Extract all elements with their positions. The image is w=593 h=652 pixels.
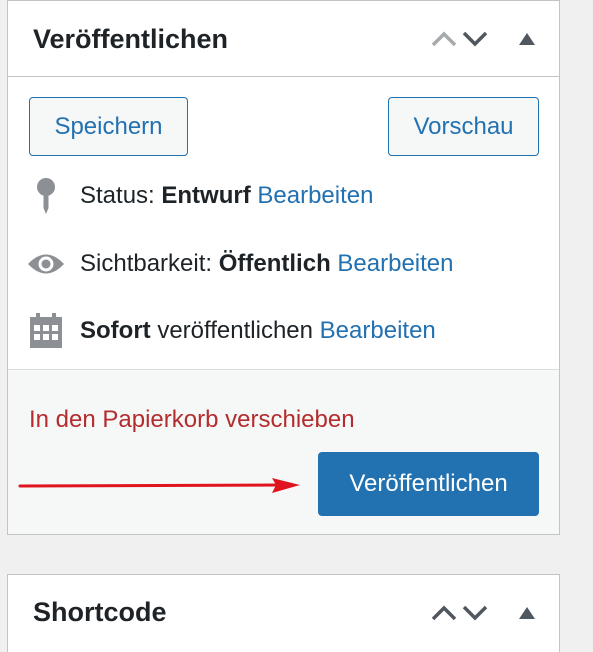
move-down-icon[interactable] xyxy=(459,23,491,55)
move-down-icon[interactable] xyxy=(459,597,491,629)
visibility-row: Sichtbarkeit: Öffentlich Bearbeiten xyxy=(26,244,454,284)
edit-schedule-link[interactable]: Bearbeiten xyxy=(320,317,436,345)
misc-publishing-actions: Speichern Vorschau Status: Entwurf Bearb… xyxy=(8,77,559,369)
status-row: Status: Entwurf Bearbeiten xyxy=(26,176,373,216)
shortcode-metabox-header: Shortcode xyxy=(8,575,559,652)
publish-metabox: Veröffentlichen Speichern Vorschau Statu… xyxy=(7,0,560,535)
schedule-row: Sofort veröffentlichen Bearbeiten xyxy=(26,311,436,351)
publish-metabox-title: Veröffentlichen xyxy=(33,24,229,54)
schedule-value: Sofort xyxy=(80,317,151,344)
publish-button[interactable]: Veröffentlichen xyxy=(318,452,539,516)
calendar-icon xyxy=(26,311,66,351)
preview-button[interactable]: Vorschau xyxy=(388,97,539,156)
schedule-label: veröffentlichen xyxy=(157,317,313,344)
move-up-icon[interactable] xyxy=(428,597,460,629)
major-publishing-actions: In den Papierkorb verschieben Veröffentl… xyxy=(8,369,559,534)
edit-visibility-link[interactable]: Bearbeiten xyxy=(337,250,453,278)
edit-status-link[interactable]: Bearbeiten xyxy=(257,182,373,210)
move-to-trash-link[interactable]: In den Papierkorb verschieben xyxy=(29,406,355,434)
shortcode-metabox: Shortcode xyxy=(7,574,560,652)
annotation-arrow-icon xyxy=(18,478,300,493)
move-up-icon[interactable] xyxy=(428,23,460,55)
visibility-value: Öffentlich xyxy=(218,250,331,277)
status-value: Entwurf xyxy=(161,182,251,209)
pin-icon xyxy=(26,176,66,216)
save-draft-button[interactable]: Speichern xyxy=(29,97,188,156)
collapse-toggle-icon[interactable] xyxy=(511,23,543,55)
shortcode-metabox-title: Shortcode xyxy=(33,597,167,627)
collapse-toggle-icon[interactable] xyxy=(511,597,543,629)
status-label: Status: xyxy=(80,182,155,209)
eye-icon xyxy=(26,244,66,284)
publish-metabox-header: Veröffentlichen xyxy=(8,1,559,77)
visibility-label: Sichtbarkeit: xyxy=(80,250,213,277)
